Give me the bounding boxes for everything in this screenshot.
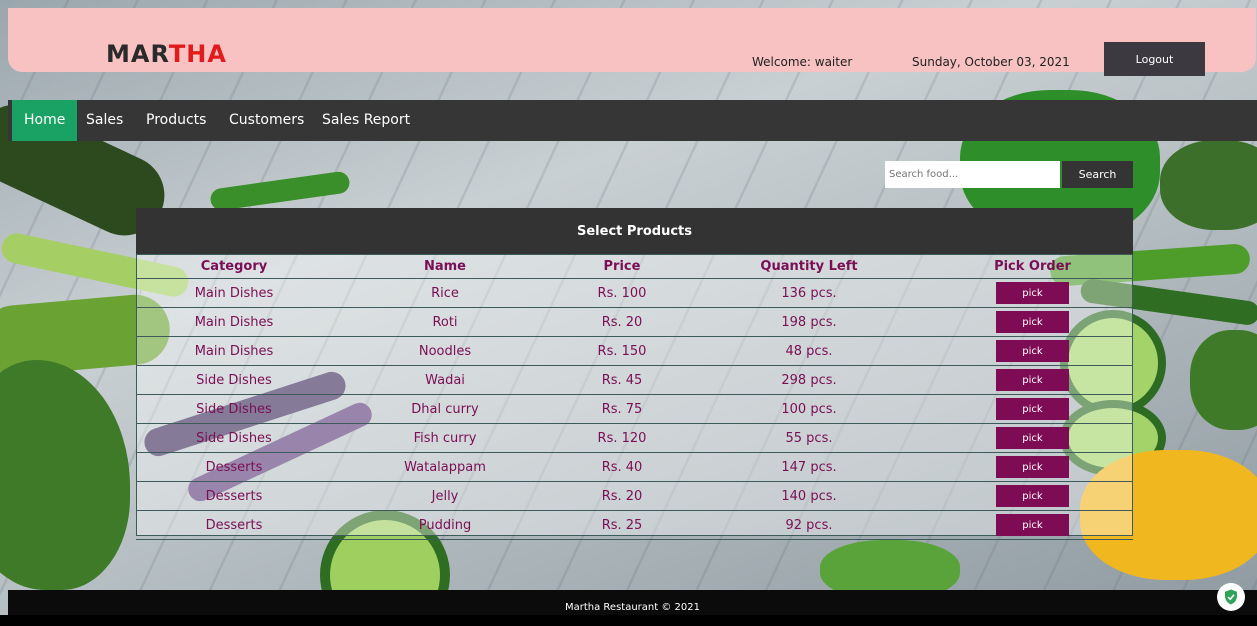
- products-panel-title: Select Products: [136, 208, 1133, 254]
- cell-name: Watalappam: [332, 452, 558, 482]
- pick-button[interactable]: pick: [996, 514, 1069, 536]
- table-row: Side Dishes Dhal curry Rs. 75 100 pcs. p…: [136, 394, 1133, 424]
- cell-quantity: 48 pcs.: [686, 336, 932, 366]
- cell-category: Side Dishes: [136, 423, 332, 453]
- cell-price: Rs. 150: [558, 336, 686, 366]
- cell-category: Side Dishes: [136, 365, 332, 395]
- cell-price: Rs. 100: [558, 278, 686, 308]
- cell-quantity: 298 pcs.: [686, 365, 932, 395]
- footer: Martha Restaurant © 2021: [8, 590, 1257, 615]
- cell-price: Rs. 45: [558, 365, 686, 395]
- cell-quantity: 100 pcs.: [686, 394, 932, 424]
- logo: MARTHA: [106, 40, 227, 68]
- logo-text-part2: THA: [168, 40, 227, 68]
- column-header-category: Category: [136, 254, 332, 279]
- column-header-name: Name: [332, 254, 558, 279]
- pick-button[interactable]: pick: [996, 398, 1069, 420]
- cell-price: Rs. 20: [558, 307, 686, 337]
- table-row: Side Dishes Fish curry Rs. 120 55 pcs. p…: [136, 423, 1133, 453]
- pick-button[interactable]: pick: [996, 282, 1069, 304]
- cell-name: Wadai: [332, 365, 558, 395]
- column-header-price: Price: [558, 254, 686, 279]
- table-row: Desserts Pudding Rs. 25 92 pcs. pick: [136, 510, 1133, 540]
- cell-price: Rs. 40: [558, 452, 686, 482]
- column-header-quantity: Quantity Left: [686, 254, 932, 279]
- nav-item-sales-report[interactable]: Sales Report: [310, 100, 422, 141]
- pick-button[interactable]: pick: [996, 340, 1069, 362]
- nav-item-products[interactable]: Products: [134, 100, 218, 141]
- nav-item-home[interactable]: Home: [12, 100, 78, 141]
- logo-text-part1: MAR: [106, 40, 169, 68]
- cell-quantity: 147 pcs.: [686, 452, 932, 482]
- cell-quantity: 198 pcs.: [686, 307, 932, 337]
- search-button[interactable]: Search: [1062, 161, 1133, 188]
- logout-button[interactable]: Logout: [1104, 42, 1205, 76]
- cell-pick: pick: [932, 452, 1133, 482]
- welcome-text: Welcome: waiter: [752, 55, 853, 69]
- table-row: Main Dishes Rice Rs. 100 136 pcs. pick: [136, 278, 1133, 308]
- table-row: Side Dishes Wadai Rs. 45 298 pcs. pick: [136, 365, 1133, 395]
- nav-item-customers[interactable]: Customers: [217, 100, 316, 141]
- cell-category: Desserts: [136, 452, 332, 482]
- cell-quantity: 136 pcs.: [686, 278, 932, 308]
- cell-category: Side Dishes: [136, 394, 332, 424]
- cell-name: Fish curry: [332, 423, 558, 453]
- cell-name: Rice: [332, 278, 558, 308]
- cell-pick: pick: [932, 307, 1133, 337]
- cell-name: Jelly: [332, 481, 558, 511]
- pick-button[interactable]: pick: [996, 485, 1069, 507]
- table-header-row: Category Name Price Quantity Left Pick O…: [136, 254, 1133, 279]
- cell-quantity: 55 pcs.: [686, 423, 932, 453]
- cell-quantity: 92 pcs.: [686, 510, 932, 540]
- table-row: Main Dishes Noodles Rs. 150 48 pcs. pick: [136, 336, 1133, 366]
- cell-pick: pick: [932, 423, 1133, 453]
- cell-category: Desserts: [136, 481, 332, 511]
- cell-pick: pick: [932, 336, 1133, 366]
- cell-price: Rs. 120: [558, 423, 686, 453]
- main-nav: Home Sales Products Customers Sales Repo…: [8, 100, 1257, 141]
- cell-pick: pick: [932, 394, 1133, 424]
- shield-badge[interactable]: [1217, 583, 1245, 611]
- table-row: Main Dishes Roti Rs. 20 198 pcs. pick: [136, 307, 1133, 337]
- cell-pick: pick: [932, 510, 1133, 540]
- date-text: Sunday, October 03, 2021: [912, 55, 1070, 69]
- pick-button[interactable]: pick: [996, 369, 1069, 391]
- cell-price: Rs. 25: [558, 510, 686, 540]
- table-row: Desserts Watalappam Rs. 40 147 pcs. pick: [136, 452, 1133, 482]
- cell-category: Desserts: [136, 510, 332, 540]
- products-table: Category Name Price Quantity Left Pick O…: [136, 254, 1133, 540]
- table-row: Desserts Jelly Rs. 20 140 pcs. pick: [136, 481, 1133, 511]
- search-input[interactable]: [885, 161, 1060, 188]
- cell-price: Rs. 20: [558, 481, 686, 511]
- cell-category: Main Dishes: [136, 278, 332, 308]
- cell-pick: pick: [932, 365, 1133, 395]
- column-header-pick-order: Pick Order: [932, 254, 1133, 279]
- cell-price: Rs. 75: [558, 394, 686, 424]
- cell-quantity: 140 pcs.: [686, 481, 932, 511]
- pick-button[interactable]: pick: [996, 427, 1069, 449]
- cell-category: Main Dishes: [136, 307, 332, 337]
- cell-name: Pudding: [332, 510, 558, 540]
- shield-check-icon: [1225, 589, 1237, 605]
- cell-pick: pick: [932, 278, 1133, 308]
- pick-button[interactable]: pick: [996, 456, 1069, 478]
- nav-item-sales[interactable]: Sales: [74, 100, 135, 141]
- cell-pick: pick: [932, 481, 1133, 511]
- cell-name: Noodles: [332, 336, 558, 366]
- cell-name: Dhal curry: [332, 394, 558, 424]
- cell-category: Main Dishes: [136, 336, 332, 366]
- cell-name: Roti: [332, 307, 558, 337]
- pick-button[interactable]: pick: [996, 311, 1069, 333]
